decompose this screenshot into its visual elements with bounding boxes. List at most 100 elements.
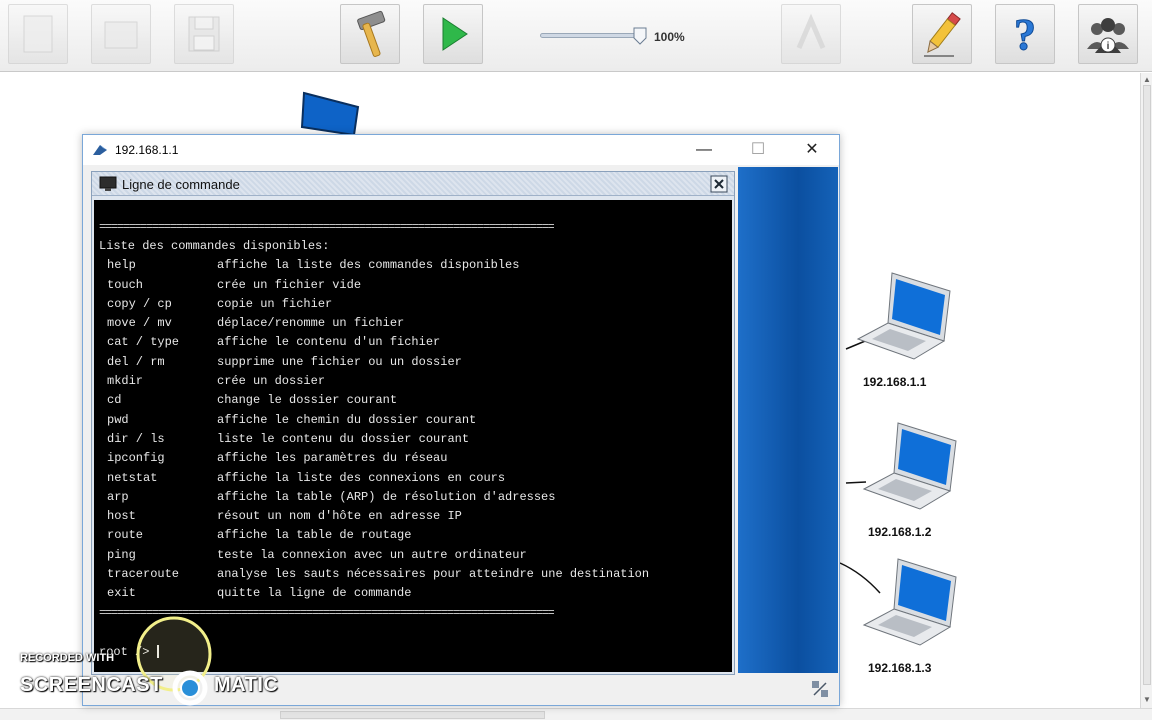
command-name: del / rm: [107, 354, 165, 369]
undo-graph-button[interactable]: [781, 4, 841, 64]
command-name: arp: [107, 489, 129, 504]
command-row: help affiche la liste des commandes dispo…: [99, 256, 732, 275]
command-row: exit quitte la ligne de commande: [99, 584, 732, 603]
edit-button[interactable]: [912, 4, 972, 64]
command-name: pwd: [107, 412, 129, 427]
command-description: affiche la table de routage: [217, 528, 412, 543]
command-row: touch crée un fichier vide: [99, 276, 732, 295]
laptop-icon-3[interactable]: [858, 557, 958, 647]
command-description: copie un fichier: [217, 296, 333, 311]
zoom-slider[interactable]: [538, 26, 650, 46]
about-button[interactable]: i: [1078, 4, 1138, 64]
zoom-track: [540, 33, 644, 38]
laptop-icon-1[interactable]: [852, 271, 952, 361]
command-row: mkdir crée un dossier: [99, 372, 732, 391]
terminal-separator: ========================================…: [99, 220, 555, 234]
recording-watermark: RECORDED WITH SCREENCAST MATIC: [20, 648, 290, 708]
command-name: ipconfig: [107, 451, 165, 466]
command-name: traceroute: [107, 567, 180, 582]
terminal-heading: Liste des commandes disponibles:: [99, 239, 330, 253]
command-description: affiche le contenu d'un fichier: [217, 335, 441, 350]
command-name: route: [107, 528, 144, 543]
minimize-button[interactable]: —: [681, 137, 727, 163]
command-list: help affiche la liste des commandes dispo…: [99, 256, 732, 603]
frame-title: Ligne de commande: [122, 177, 240, 192]
vertical-scrollbar[interactable]: ▲ ▼: [1140, 73, 1152, 708]
command-description: analyse les sauts nécessaires pour attei…: [217, 567, 650, 582]
command-row: traceroute analyse les sauts nécessaires …: [99, 565, 732, 584]
command-description: teste la connexion avec un autre ordinat…: [217, 547, 527, 562]
command-description: supprime une fichier ou un dossier: [217, 354, 462, 369]
horizontal-scroll-thumb[interactable]: [280, 711, 545, 719]
command-name: cd: [107, 393, 122, 408]
pencil-icon: [924, 12, 961, 57]
window-titlebar[interactable]: 192.168.1.1 — ☐ ✕: [83, 135, 839, 165]
command-description: affiche les paramètres du réseau: [217, 451, 448, 466]
open-file-button[interactable]: [91, 4, 151, 64]
desktop-background: [738, 167, 838, 673]
command-description: affiche la liste des commandes disponibl…: [217, 258, 520, 273]
command-description: quitte la ligne de commande: [217, 586, 412, 601]
command-name: host: [107, 509, 136, 524]
save-file-button[interactable]: [174, 4, 234, 64]
command-description: crée un fichier vide: [217, 277, 362, 292]
command-name: exit: [107, 586, 136, 601]
undo-graph-icon: [796, 13, 826, 49]
scroll-down-icon[interactable]: ▼: [1143, 695, 1151, 705]
laptop-icon-2[interactable]: [858, 421, 958, 511]
help-button[interactable]: ?: [995, 4, 1055, 64]
machine-label-2: 192.168.1.2: [868, 525, 932, 539]
command-name: copy / cp: [107, 296, 172, 311]
play-icon: [442, 17, 468, 51]
command-row: pwd affiche le chemin du dossier courant: [99, 411, 732, 430]
laptop-icon-hidden[interactable]: [296, 87, 366, 137]
help-icon: ?: [1014, 10, 1037, 60]
screencast-logo-icon: [172, 670, 208, 706]
new-file-button[interactable]: [8, 4, 68, 64]
frame-close-icon[interactable]: [710, 175, 728, 193]
command-row: host résout un nom d'hôte en adresse IP: [99, 507, 732, 526]
command-row: dir / ls liste le contenu du dossier cour…: [99, 430, 732, 449]
terminal-output[interactable]: ========================================…: [94, 200, 732, 672]
zoom-thumb[interactable]: [632, 26, 648, 46]
svg-text:i: i: [1107, 41, 1110, 52]
command-name: dir / ls: [107, 431, 165, 446]
command-description: change le dossier courant: [217, 393, 398, 408]
scroll-up-icon[interactable]: ▲: [1143, 75, 1151, 85]
command-name: mkdir: [107, 374, 144, 389]
close-button[interactable]: ✕: [789, 137, 835, 163]
svg-text:?: ?: [1014, 10, 1036, 59]
monitor-icon: [99, 176, 117, 191]
watermark-top-text: RECORDED WITH: [20, 652, 115, 664]
command-row: del / rm supprime une fichier ou un dossi…: [99, 353, 732, 372]
toolbar: 100% ? i: [0, 0, 1152, 72]
command-description: affiche la table (ARP) de résolution d'a…: [217, 489, 556, 504]
command-row: cd change le dossier courant: [99, 391, 732, 410]
simulation-mode-button[interactable]: [423, 4, 483, 64]
new-file-icon: [23, 15, 53, 53]
maximize-button[interactable]: ☐: [735, 137, 781, 163]
command-row: cat / type affiche le contenu d'un fichie…: [99, 333, 732, 352]
command-row: move / mv déplace/renomme un fichier: [99, 314, 732, 333]
zoom-label: 100%: [654, 30, 685, 44]
command-row: copy / cp copie un fichier: [99, 295, 732, 314]
command-name: ping: [107, 547, 136, 562]
floppy-disk-icon: [188, 16, 220, 52]
command-description: affiche le chemin du dossier courant: [217, 412, 477, 427]
hammer-icon: [357, 10, 386, 57]
command-name: help: [107, 258, 136, 273]
frame-titlebar[interactable]: Ligne de commande: [92, 172, 734, 196]
open-folder-icon: [104, 21, 138, 49]
command-name: netstat: [107, 470, 158, 485]
vertical-scroll-thumb[interactable]: [1143, 85, 1151, 685]
app-logo-icon: [93, 145, 107, 155]
resize-grip-icon[interactable]: [810, 679, 830, 699]
watermark-left-text: SCREENCAST: [20, 674, 163, 696]
command-row: route affiche la table de routage: [99, 526, 732, 545]
users-info-icon: i: [1087, 18, 1129, 53]
command-row: arp affiche la table (ARP) de résolution …: [99, 488, 732, 507]
command-description: crée un dossier: [217, 374, 326, 389]
build-mode-button[interactable]: [340, 4, 400, 64]
command-name: move / mv: [107, 316, 172, 331]
horizontal-scrollbar[interactable]: [0, 708, 1152, 720]
